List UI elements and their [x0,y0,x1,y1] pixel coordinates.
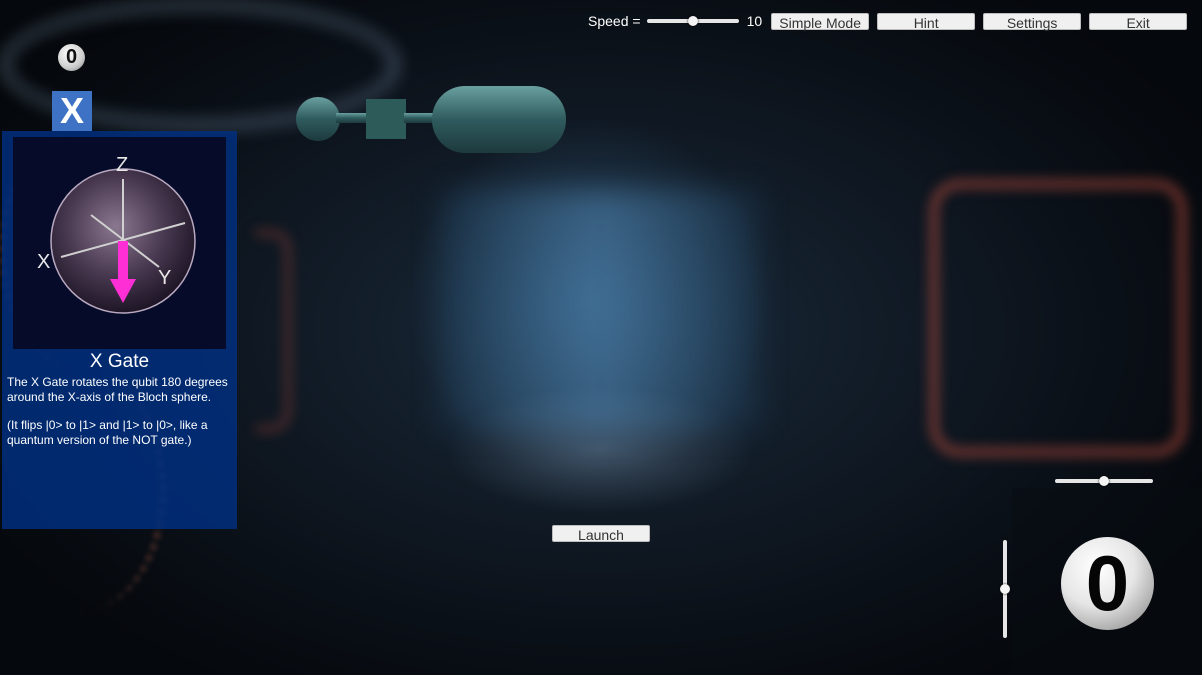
gate-description-text: The X Gate rotates the qubit 180 degrees… [7,375,228,404]
settings-button[interactable]: Settings [983,12,1082,31]
launcher-rod-left [336,113,368,123]
state-vector-shaft [118,241,128,281]
speed-slider[interactable] [646,12,739,30]
vertical-slider[interactable] [996,540,1014,638]
bloch-sphere-diagram: Z X Y [37,154,196,314]
gate-description: The X Gate rotates the qubit 180 degrees… [7,375,235,461]
launch-button[interactable]: Launch [552,525,650,543]
vertical-slider-handle[interactable] [1000,584,1010,594]
horizontal-slider[interactable] [1055,472,1153,490]
gate-info-panel: Z X Y X Gate The X Gate rotates the qubi… [2,131,237,529]
horizontal-slider-handle[interactable] [1099,476,1109,486]
bloch-label-z: Z [116,154,128,176]
bloch-sphere-image: Z X Y [13,137,226,349]
x-gate-tile[interactable]: X [52,91,92,131]
gate-title: X Gate [89,351,150,372]
reactor-pillar-glow [440,190,760,430]
speed-label: Speed = [588,13,641,29]
top-bar: Speed = 10 Simple Mode Hint Settings Exi… [588,12,1188,31]
bloch-label-y: Y [158,267,171,289]
score-counter: 0 [58,44,85,71]
launcher-graphic [296,86,566,153]
gate-description-note: (It flips |0> to |1> and |1> to |0>, lik… [7,418,208,447]
hint-button[interactable]: Hint [877,12,976,31]
speed-slider-handle[interactable] [687,16,698,26]
launcher-gate-slot[interactable] [366,99,406,139]
launcher-barrel [432,86,566,153]
exit-button[interactable]: Exit [1089,12,1188,31]
launcher-emitter-ball [296,97,340,141]
launcher-rod-right [404,113,436,123]
qubit-launcher-device[interactable] [296,86,568,154]
qubit-state-ball: 0 [1061,537,1154,630]
neon-frame-left [255,230,291,432]
simple-mode-button[interactable]: Simple Mode [771,12,870,31]
speed-value: 10 [746,13,763,29]
neon-frame-right [930,180,1186,456]
bloch-label-x: X [37,251,50,273]
